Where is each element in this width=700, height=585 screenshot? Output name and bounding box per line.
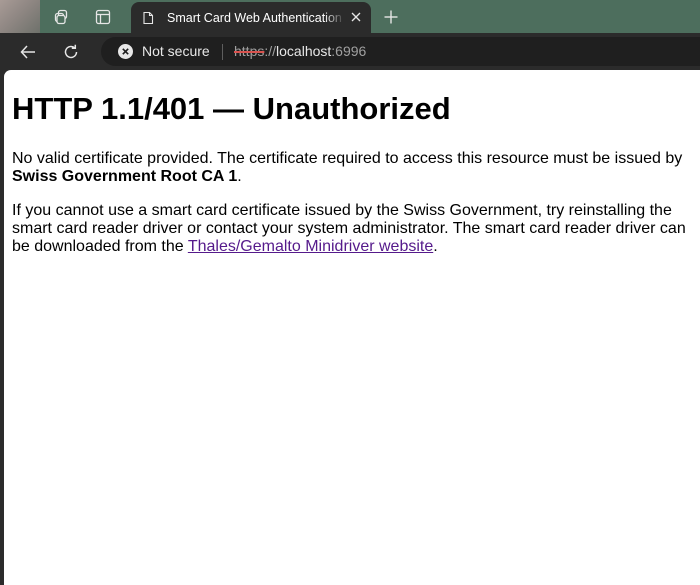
- help-message: If you cannot use a smart card certifica…: [12, 202, 692, 256]
- error-message: No valid certificate provided. The certi…: [12, 150, 692, 186]
- minidriver-link[interactable]: Thales/Gemalto Minidriver website: [188, 238, 433, 255]
- toolbar: Not secure https://localhost:6996: [0, 33, 700, 70]
- page-viewport: HTTP 1.1/401 — Unauthorized No valid cer…: [4, 70, 700, 585]
- error-message-end: .: [237, 168, 242, 185]
- address-divider: [222, 44, 223, 60]
- url-port: :6996: [331, 43, 367, 59]
- page-content: HTTP 1.1/401 — Unauthorized No valid cer…: [12, 70, 692, 256]
- help-message-end: .: [433, 238, 438, 255]
- back-arrow-icon[interactable]: [14, 38, 42, 66]
- url-text[interactable]: https://localhost:6996: [234, 43, 366, 59]
- tab-strip: Smart Card Web Authentication Test: [0, 0, 700, 33]
- tab-title: Smart Card Web Authentication Test: [167, 10, 345, 25]
- close-tab-icon[interactable]: [349, 10, 363, 24]
- profile-avatar[interactable]: [0, 0, 40, 33]
- new-tab-icon[interactable]: [378, 4, 404, 30]
- document-icon: [143, 11, 154, 24]
- address-bar[interactable]: Not secure https://localhost:6996: [101, 37, 700, 66]
- url-separator: ://: [264, 43, 277, 59]
- workspaces-icon[interactable]: [48, 4, 74, 30]
- tab-actions-icon[interactable]: [90, 4, 116, 30]
- url-host: localhost: [276, 43, 332, 59]
- refresh-icon[interactable]: [57, 38, 85, 66]
- error-message-text: No valid certificate provided. The certi…: [12, 150, 683, 167]
- not-secure-icon[interactable]: [118, 44, 133, 59]
- issuer-name: Swiss Government Root CA 1: [12, 168, 238, 185]
- url-scheme: https: [234, 43, 265, 59]
- tab-active[interactable]: Smart Card Web Authentication Test: [131, 2, 371, 33]
- page-heading: HTTP 1.1/401 — Unauthorized: [12, 91, 451, 126]
- security-label[interactable]: Not secure: [142, 43, 210, 59]
